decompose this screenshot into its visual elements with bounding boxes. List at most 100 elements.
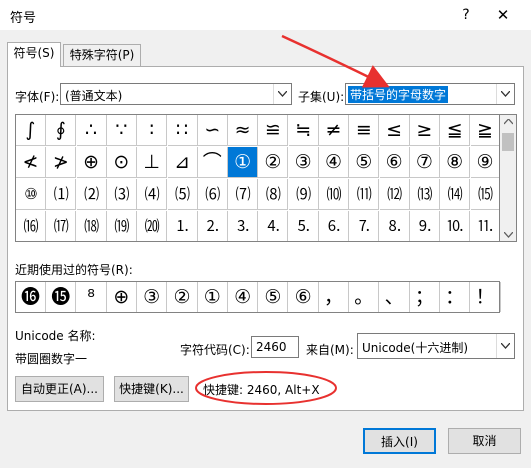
symbol-cell[interactable]: ⒁ bbox=[440, 179, 471, 210]
symbol-cell[interactable]: ⒆ bbox=[107, 211, 137, 241]
symbol-cell[interactable]: ≡ bbox=[349, 115, 380, 146]
symbol-cell[interactable]: ⒅ bbox=[77, 211, 107, 241]
scroll-up-icon[interactable] bbox=[504, 119, 513, 125]
symbol-cell[interactable]: ≧ bbox=[470, 115, 499, 146]
symbol-cell[interactable]: ⒀ bbox=[409, 179, 440, 210]
recent-symbol-cell[interactable]: ⊕ bbox=[107, 282, 137, 312]
grid-scrollbar[interactable] bbox=[500, 114, 517, 242]
tab-symbols[interactable]: 符号(S) bbox=[7, 42, 61, 67]
symbol-cell[interactable]: ∷ bbox=[167, 115, 198, 146]
close-button[interactable]: ✕ bbox=[492, 4, 514, 26]
symbol-cell[interactable]: ③ bbox=[288, 147, 319, 178]
recent-symbol-cell[interactable]: ； bbox=[410, 282, 440, 312]
char-code-input[interactable]: 2460 bbox=[251, 336, 299, 358]
symbol-cell[interactable]: ⒄ bbox=[46, 211, 77, 241]
symbol-cell[interactable]: ∮ bbox=[46, 115, 77, 146]
recent-symbol-cell[interactable]: ！ bbox=[471, 282, 501, 312]
symbol-cell[interactable]: ⒈ bbox=[168, 211, 198, 241]
symbol-cell[interactable]: ⒐ bbox=[410, 211, 440, 241]
insert-button[interactable]: 插入(I) bbox=[363, 428, 436, 454]
help-button[interactable]: ? bbox=[455, 4, 477, 26]
symbol-cell[interactable]: ⒍ bbox=[319, 211, 349, 241]
char-code-value: 2460 bbox=[256, 340, 287, 354]
font-dropdown[interactable]: (普通文本) bbox=[60, 83, 292, 105]
symbol-grid[interactable]: ∫ ∮ ∴ ∵ ∶ ∷ ∽ ≈ ≌ ≒ ≠ ≡ ≤ ≥ ≦ ≧ ≮ ≯ ⊕ ⊙ ⊥ ⊿ ⌒ ① ② ③ ④ ⑤ ⑥ ⑦ ⑧ ⑨ ⑩ ⑴ ⑵ ⑶ ⑷ ⑸ ⑹ ⑺… bbox=[15, 114, 500, 242]
symbol-cell[interactable]: ⑷ bbox=[137, 179, 168, 210]
symbol-cell[interactable]: ⒃ bbox=[16, 211, 46, 241]
recent-symbol-cell[interactable]: ， bbox=[319, 282, 349, 312]
scrollbar-thumb[interactable] bbox=[502, 133, 514, 151]
symbol-cell[interactable]: ⒋ bbox=[258, 211, 289, 241]
symbol-cell[interactable]: ⒂ bbox=[470, 179, 499, 210]
symbol-cell[interactable]: ⑵ bbox=[76, 179, 107, 210]
recent-symbol-cell[interactable]: 。 bbox=[349, 282, 380, 312]
symbol-cell[interactable]: ⌒ bbox=[197, 147, 228, 178]
autocorrect-button[interactable]: 自动更正(A)... bbox=[15, 376, 104, 402]
recent-symbol-cell[interactable]: ④ bbox=[228, 282, 259, 312]
symbol-cell[interactable]: ⑽ bbox=[319, 179, 349, 210]
symbol-cell[interactable]: ≤ bbox=[379, 115, 410, 146]
recent-symbols-row[interactable]: ⓰ ⓯ ⁸ ⊕ ③ ② ① ④ ⑤ ⑥，。、；：！ bbox=[15, 281, 501, 313]
symbol-cell[interactable]: ⑺ bbox=[228, 179, 259, 210]
symbol-cell[interactable]: ⊥ bbox=[137, 147, 168, 178]
symbol-cell[interactable]: ⊙ bbox=[106, 147, 137, 178]
symbol-cell[interactable]: ≌ bbox=[258, 115, 289, 146]
recent-symbol-cell[interactable]: ⁸ bbox=[77, 282, 107, 312]
symbol-cell[interactable]: ② bbox=[258, 147, 289, 178]
symbol-cell[interactable]: ⒏ bbox=[380, 211, 410, 241]
recent-symbol-cell[interactable]: ② bbox=[168, 282, 198, 312]
symbol-cell[interactable]: ⒇ bbox=[137, 211, 168, 241]
symbol-cell[interactable]: ≦ bbox=[440, 115, 471, 146]
symbol-cell[interactable]: ⒌ bbox=[289, 211, 319, 241]
symbol-cell[interactable]: ⑹ bbox=[197, 179, 228, 210]
symbol-cell[interactable]: ⑩ bbox=[16, 179, 46, 210]
recent-symbol-cell[interactable]: ⑥ bbox=[289, 282, 319, 312]
symbol-cell[interactable]: ≠ bbox=[319, 115, 349, 146]
symbol-cell[interactable]: ⑾ bbox=[349, 179, 380, 210]
cancel-button[interactable]: 取消 bbox=[448, 428, 521, 454]
symbol-cell[interactable]: ⑨ bbox=[470, 147, 499, 178]
recent-symbol-cell[interactable]: 、 bbox=[380, 282, 410, 312]
recent-symbol-cell[interactable]: ⓰ bbox=[16, 282, 46, 312]
subset-dropdown[interactable]: 带括号的字母数字 bbox=[345, 83, 515, 105]
symbol-cell[interactable]: ≈ bbox=[228, 115, 259, 146]
symbol-cell[interactable]: ⒉ bbox=[198, 211, 228, 241]
symbol-cell[interactable]: ∶ bbox=[137, 115, 168, 146]
symbol-cell[interactable]: ≯ bbox=[46, 147, 77, 178]
from-dropdown[interactable]: Unicode(十六进制) bbox=[357, 333, 515, 359]
tab-special-characters[interactable]: 特殊字符(P) bbox=[63, 44, 141, 66]
symbol-cell[interactable]: ∴ bbox=[76, 115, 107, 146]
symbol-cell[interactable]: ⒑ bbox=[440, 211, 471, 241]
symbol-cell[interactable]: ④ bbox=[319, 147, 349, 178]
recent-symbol-cell[interactable]: ③ bbox=[137, 282, 168, 312]
scroll-down-icon[interactable] bbox=[504, 232, 513, 238]
recent-symbol-cell[interactable]: ⑤ bbox=[258, 282, 289, 312]
symbol-cell[interactable]: ⊕ bbox=[76, 147, 107, 178]
symbol-cell[interactable]: ⒒ bbox=[471, 211, 500, 241]
symbol-cell[interactable]: ⑼ bbox=[288, 179, 319, 210]
symbol-cell[interactable]: ∽ bbox=[197, 115, 228, 146]
symbol-cell[interactable]: ⊿ bbox=[167, 147, 198, 178]
window-title: 符号 bbox=[10, 11, 37, 26]
symbol-cell[interactable]: ≒ bbox=[288, 115, 319, 146]
recent-symbol-cell[interactable]: ⓯ bbox=[46, 282, 77, 312]
recent-symbol-cell[interactable]: ① bbox=[198, 282, 228, 312]
symbol-cell[interactable]: ⑴ bbox=[46, 179, 77, 210]
symbol-cell[interactable]: ⑧ bbox=[440, 147, 471, 178]
symbol-cell[interactable]: ⑤ bbox=[349, 147, 380, 178]
symbol-cell[interactable]: ⑦ bbox=[409, 147, 440, 178]
symbol-cell[interactable]: ∵ bbox=[106, 115, 137, 146]
symbol-cell[interactable]: ∫ bbox=[16, 115, 46, 146]
recent-symbol-cell[interactable]: ： bbox=[440, 282, 471, 312]
symbol-cell[interactable]: ① bbox=[228, 147, 259, 178]
shortcut-key-button[interactable]: 快捷键(K)... bbox=[114, 376, 189, 402]
symbol-cell[interactable]: ⑥ bbox=[379, 147, 410, 178]
symbol-cell[interactable]: ⑻ bbox=[258, 179, 289, 210]
symbol-cell[interactable]: ⑶ bbox=[106, 179, 137, 210]
symbol-cell[interactable]: ⑿ bbox=[379, 179, 410, 210]
symbol-cell[interactable]: ≮ bbox=[16, 147, 46, 178]
symbol-cell[interactable]: ⒎ bbox=[349, 211, 380, 241]
symbol-cell[interactable]: ⑸ bbox=[167, 179, 198, 210]
symbol-cell[interactable]: ⒊ bbox=[228, 211, 259, 241]
symbol-cell[interactable]: ≥ bbox=[409, 115, 440, 146]
